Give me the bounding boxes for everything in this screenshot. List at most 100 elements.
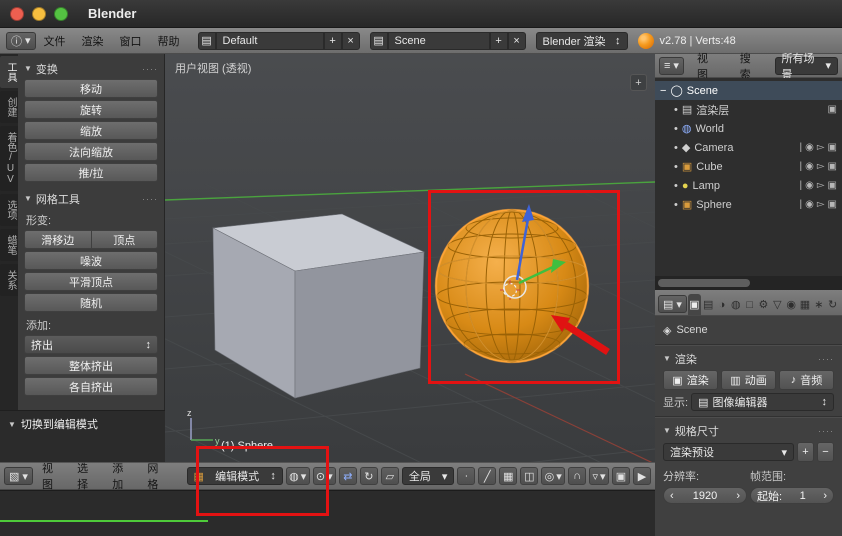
layout-browse-icon[interactable]: ▤ (198, 32, 216, 50)
layout-name-field[interactable]: Default (216, 32, 324, 50)
viewport-editor-type-button[interactable]: ▧ ▾ (4, 467, 33, 485)
face-select-toggle[interactable]: ▦ (499, 467, 517, 485)
menu-mesh[interactable]: 网格 (141, 460, 173, 492)
render-presets-dropdown[interactable]: 渲染预设 ▾ (663, 443, 794, 461)
properties-editor-type-button[interactable]: ▤ ▾ (658, 295, 687, 313)
menu-render[interactable]: 渲染 (74, 33, 112, 49)
menu-add[interactable]: 添加 (106, 460, 138, 492)
rotate-button[interactable]: 旋转 (24, 100, 158, 119)
proportional-edit-dropdown[interactable]: ◎ ▾ (541, 467, 565, 485)
panel-header-dimensions[interactable]: ▼ 规格尺寸 ···· (663, 422, 834, 439)
tab-options[interactable]: 选项 (0, 194, 18, 226)
manipulator-translate-toggle[interactable]: ⇄ (339, 467, 357, 485)
increment-icon[interactable]: › (823, 490, 827, 502)
panel-header-mesh-tools[interactable]: ▼ 网格工具 ···· (24, 190, 158, 207)
window-minimize-icon[interactable] (32, 7, 46, 21)
tab-render-icon[interactable]: ▣ (688, 294, 701, 315)
window-maximize-icon[interactable] (54, 7, 68, 21)
outliner-editor-type-button[interactable]: ≡ ▾ (659, 57, 684, 75)
snap-element-dropdown[interactable]: ▿ ▾ (589, 467, 609, 485)
randomize-button[interactable]: 随机 (24, 293, 158, 312)
shrink-fatten-button[interactable]: 法向缩放 (24, 142, 158, 161)
tab-object-icon[interactable]: □ (743, 294, 756, 315)
editor-type-button[interactable]: ⓘ ▾ (6, 32, 36, 50)
tab-grease-pencil[interactable]: 蜡笔 (0, 229, 18, 261)
edge-slide-button[interactable]: 滑移边 (24, 230, 91, 249)
tab-scene-icon[interactable]: ◑ (716, 294, 729, 315)
scene-name-field[interactable]: Scene (388, 32, 490, 50)
render-still-button[interactable]: ▣ 渲染 (663, 370, 718, 390)
resolution-x-field[interactable]: ‹ 1920 › (663, 487, 747, 504)
outliner-row-world[interactable]: • ◍ World (655, 119, 842, 138)
render-engine-select[interactable]: Blender 渲染 ↕ (536, 32, 628, 50)
layout-add-button[interactable]: + (324, 32, 342, 50)
manipulator-rotate-toggle[interactable]: ↻ (360, 467, 378, 485)
eye-icon[interactable]: ◉ (805, 199, 814, 210)
opengl-render-anim-button[interactable]: ▶ (633, 467, 651, 485)
cube-object[interactable] (213, 214, 424, 398)
outliner-row-scene[interactable]: − ◯ Scene (655, 81, 842, 100)
tree-collapse-icon[interactable]: − (660, 85, 666, 97)
selectable-icon[interactable]: ▻ (817, 180, 825, 191)
outliner-menu-view[interactable]: 视图 (689, 50, 727, 82)
eye-icon[interactable]: ◉ (805, 161, 814, 172)
layout-delete-button[interactable]: × (342, 32, 360, 50)
extrude-dropdown[interactable]: 挤出 ↕ (24, 335, 158, 354)
manipulator-scale-toggle[interactable]: ▱ (381, 467, 399, 485)
tab-physics-icon[interactable]: ↻ (826, 294, 839, 315)
outliner-menu-search[interactable]: 搜索 (732, 50, 770, 82)
scale-button[interactable]: 缩放 (24, 121, 158, 140)
push-pull-button[interactable]: 推/拉 (24, 163, 158, 182)
renderable-icon[interactable]: ▣ (828, 104, 837, 115)
panel-header-render[interactable]: ▼ 渲染 ···· (663, 350, 834, 367)
eye-icon[interactable]: ◉ (805, 180, 814, 191)
tab-render-layers-icon[interactable]: ▤ (702, 294, 715, 315)
outliner-hscrollbar-thumb[interactable] (658, 279, 750, 287)
opengl-render-button[interactable]: ▣ (612, 467, 630, 485)
decrement-icon[interactable]: ‹ (670, 490, 674, 502)
outliner-row-cube[interactable]: • ▣ Cube | ◉ ▻ ▣ (655, 157, 842, 176)
tab-data-icon[interactable]: ▽ (771, 294, 784, 315)
renderable-icon[interactable]: ▣ (828, 142, 837, 153)
outliner-row-sphere[interactable]: • ▣ Sphere | ◉ ▻ ▣ (655, 195, 842, 214)
vertex-slide-button[interactable]: 顶点 (91, 230, 159, 249)
panel-header-transform[interactable]: ▼ 变换 ···· (24, 60, 158, 77)
menu-help[interactable]: 帮助 (150, 33, 188, 49)
eye-icon[interactable]: ◉ (805, 142, 814, 153)
scene-add-button[interactable]: + (490, 32, 508, 50)
outliner-row-lamp[interactable]: • ● Lamp | ◉ ▻ ▣ (655, 176, 842, 195)
occlude-geometry-toggle[interactable]: ◫ (520, 467, 538, 485)
selectable-icon[interactable]: ▻ (817, 161, 825, 172)
renderable-icon[interactable]: ▣ (828, 199, 837, 210)
vertex-select-toggle[interactable]: ∙ (457, 467, 475, 485)
render-audio-button[interactable]: ♪ 音频 (779, 370, 834, 390)
outliner-row-camera[interactable]: • ◆ Camera | ◉ ▻ ▣ (655, 138, 842, 157)
menu-window[interactable]: 窗口 (112, 33, 150, 49)
region-expand-button[interactable]: + (630, 74, 647, 91)
selectable-icon[interactable]: ▻ (817, 142, 825, 153)
edge-select-toggle[interactable]: ╱ (478, 467, 496, 485)
window-close-icon[interactable] (10, 7, 24, 21)
outliner-filter-dropdown[interactable]: 所有场景 ▾ (775, 57, 839, 75)
scene-delete-button[interactable]: × (508, 32, 526, 50)
renderable-icon[interactable]: ▣ (828, 161, 837, 172)
tab-shading-uv[interactable]: 着色/UV (0, 126, 18, 191)
snap-toggle[interactable]: ∩ (568, 467, 586, 485)
smooth-vertex-button[interactable]: 平滑顶点 (24, 272, 158, 291)
display-dropdown[interactable]: ▤ 图像编辑器 ↕ (691, 393, 834, 411)
tab-particles-icon[interactable]: ∗ (812, 294, 825, 315)
tab-relations[interactable]: 关系 (0, 264, 18, 296)
menu-file[interactable]: 文件 (36, 33, 74, 49)
preset-add-button[interactable]: + (797, 442, 814, 462)
move-button[interactable]: 移动 (24, 79, 158, 98)
tab-material-icon[interactable]: ◉ (785, 294, 798, 315)
frame-start-field[interactable]: 起始: 1 › (750, 487, 834, 504)
render-animation-button[interactable]: ▥ 动画 (721, 370, 776, 390)
renderable-icon[interactable]: ▣ (828, 180, 837, 191)
menu-view[interactable]: 视图 (36, 460, 68, 492)
tab-texture-icon[interactable]: ▦ (799, 294, 812, 315)
tab-create[interactable]: 创建 (0, 91, 18, 123)
preset-remove-button[interactable]: − (817, 442, 834, 462)
extrude-region-button[interactable]: 整体挤出 (24, 356, 158, 375)
noise-button[interactable]: 噪波 (24, 251, 158, 270)
